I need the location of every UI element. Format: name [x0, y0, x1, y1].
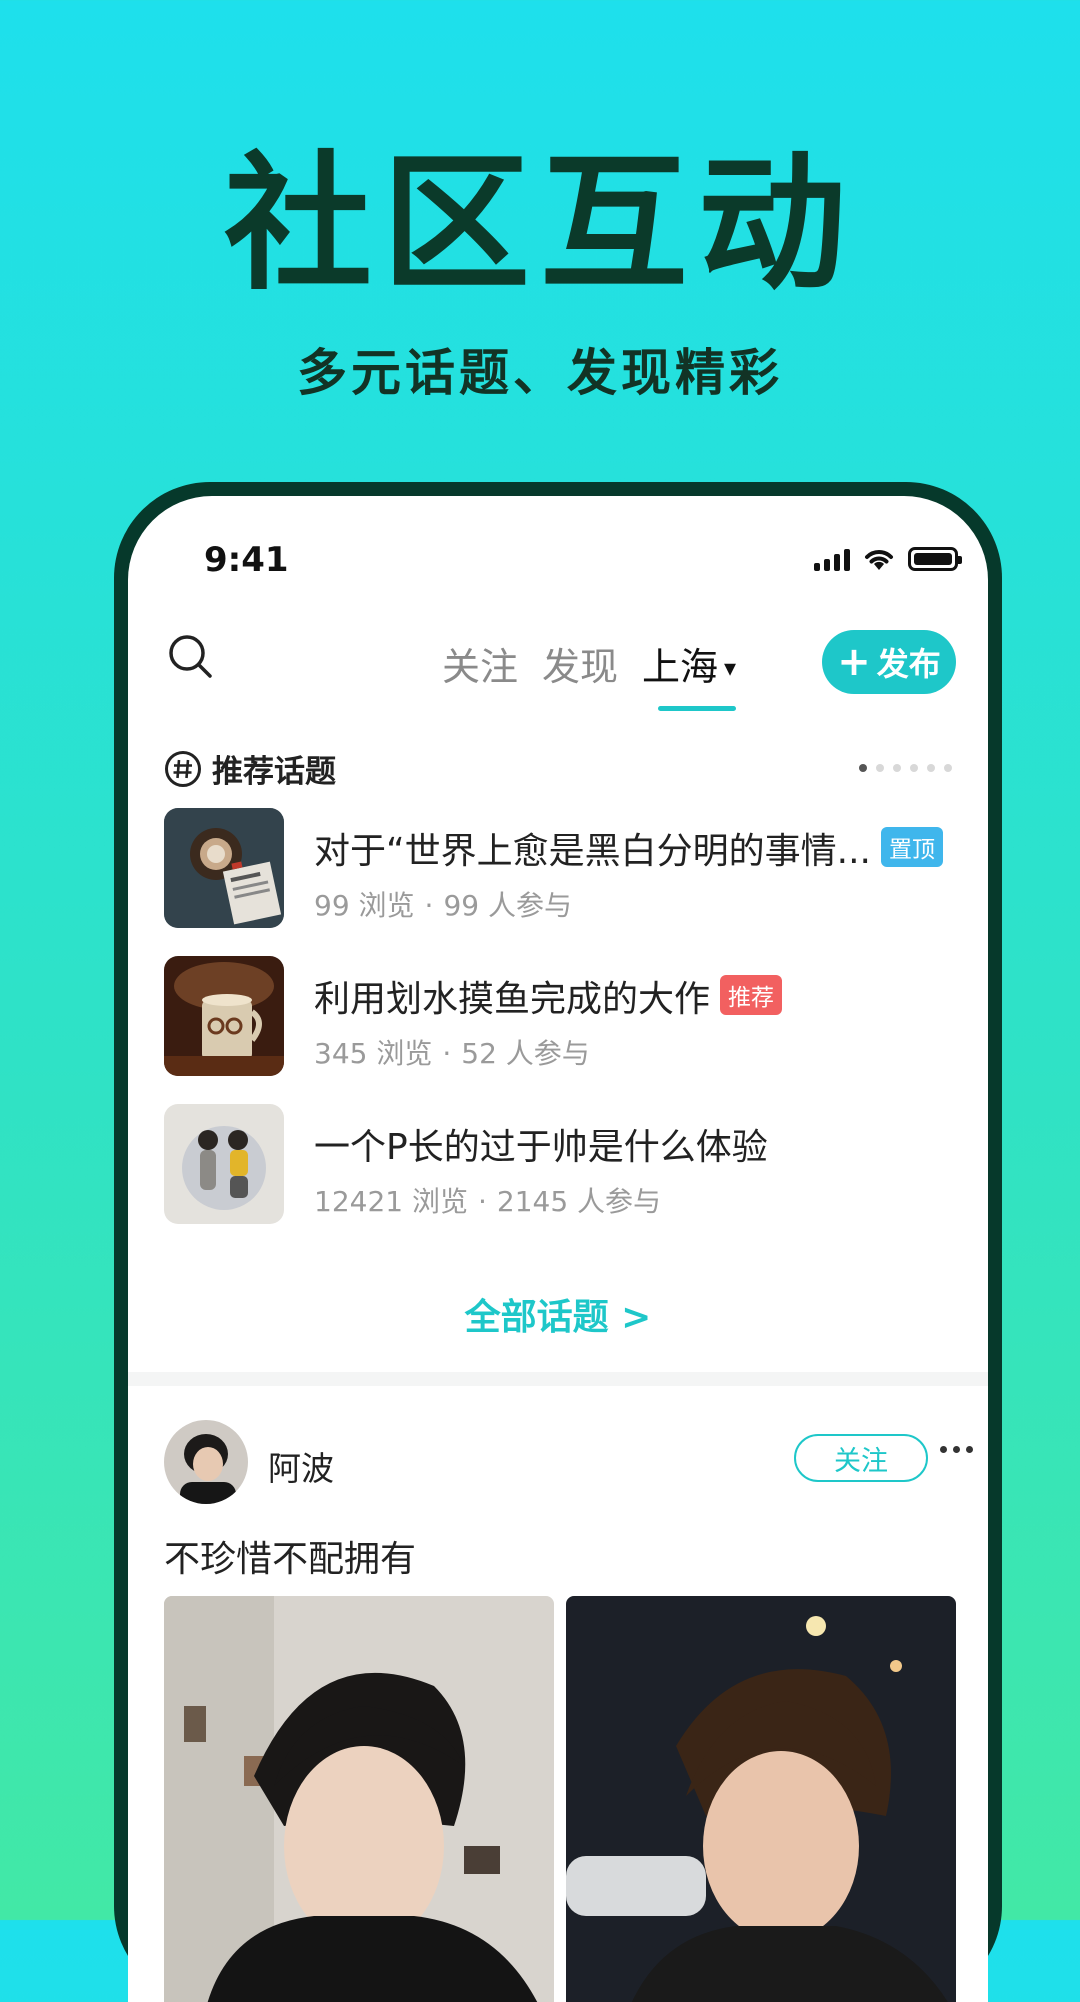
topic-participants: 2145 人参与: [496, 1185, 662, 1218]
status-time: 9:41: [204, 540, 289, 580]
topic-item[interactable]: 一个P长的过于帅是什么体验 12421 浏览 · 2145 人参与: [164, 1104, 958, 1224]
topic-pager[interactable]: [859, 764, 952, 772]
signal-icon: [814, 547, 850, 571]
follow-button[interactable]: 关注: [794, 1434, 928, 1482]
topic-title: 对于“世界上愈是黑白分明的事情... 置顶: [314, 822, 943, 874]
topic-participants: 52 人参与: [461, 1037, 590, 1070]
recommend-badge: 推荐: [720, 975, 783, 1015]
topic-views: 12421 浏览: [314, 1185, 468, 1218]
phone-screen: 9:41 关注 发现 上海 ▾ + 发布 推荐话题 对于“世界上愈是黑白分明的事…: [128, 496, 988, 2002]
tab-follow[interactable]: 关注: [442, 636, 518, 691]
plus-icon: +: [837, 639, 871, 685]
stats-separator: ·: [424, 889, 434, 922]
tab-underline: [658, 706, 736, 711]
battery-icon: [908, 547, 962, 571]
topic-views: 345 浏览: [314, 1037, 433, 1070]
tab-city-label: 上海: [642, 645, 719, 689]
topic-stats: 345 浏览 · 52 人参与: [314, 1032, 590, 1072]
topic-thumbnail: [164, 956, 284, 1076]
publish-label: 发布: [876, 645, 941, 683]
hashtag-icon: [165, 751, 201, 787]
post-username[interactable]: 阿波: [268, 1442, 334, 1490]
topic-thumbnail: [164, 808, 284, 928]
topic-participants: 99 人参与: [443, 889, 572, 922]
topic-item[interactable]: 利用划水摸鱼完成的大作 推荐 345 浏览 · 52 人参与: [164, 956, 958, 1076]
post-image[interactable]: [164, 1596, 554, 2002]
tab-discover[interactable]: 发现: [542, 636, 618, 691]
promo-subtitle: 多元话题、发现精彩: [297, 344, 783, 402]
post-image[interactable]: [566, 1596, 956, 2002]
topic-title: 一个P长的过于帅是什么体验: [314, 1127, 768, 1168]
publish-button[interactable]: + 发布: [822, 630, 956, 694]
post-text: 不珍惜不配拥有: [164, 1539, 417, 1580]
section-divider: [128, 1372, 988, 1386]
topic-item[interactable]: 对于“世界上愈是黑白分明的事情... 置顶 99 浏览 · 99 人参与: [164, 808, 958, 928]
promo-title: 社区互动: [224, 138, 856, 310]
section-title: 推荐话题: [212, 754, 336, 790]
status-icons: [814, 546, 962, 572]
topic-stats: 99 浏览 · 99 人参与: [314, 884, 572, 924]
stats-separator: ·: [477, 1185, 487, 1218]
all-topics-link[interactable]: 全部话题 >: [128, 1288, 988, 1340]
topic-title: 利用划水摸鱼完成的大作 推荐: [314, 970, 783, 1022]
topic-views: 99 浏览: [314, 889, 415, 922]
search-icon[interactable]: [166, 632, 216, 682]
wifi-icon: [865, 550, 893, 570]
chevron-down-icon: ▾: [724, 654, 737, 682]
more-icon[interactable]: [940, 1446, 973, 1453]
avatar[interactable]: [164, 1420, 248, 1504]
tab-city[interactable]: 上海 ▾: [642, 636, 736, 691]
topic-stats: 12421 浏览 · 2145 人参与: [314, 1180, 661, 1220]
topic-title-text: 对于“世界上愈是黑白分明的事情...: [314, 831, 871, 872]
phone-frame: 9:41 关注 发现 上海 ▾ + 发布 推荐话题 对于“世界上愈是黑白分明的事…: [114, 482, 1002, 2002]
topic-title-text: 利用划水摸鱼完成的大作: [314, 979, 711, 1020]
stats-separator: ·: [442, 1037, 452, 1070]
pinned-badge: 置顶: [880, 827, 943, 867]
topic-thumbnail: [164, 1104, 284, 1224]
